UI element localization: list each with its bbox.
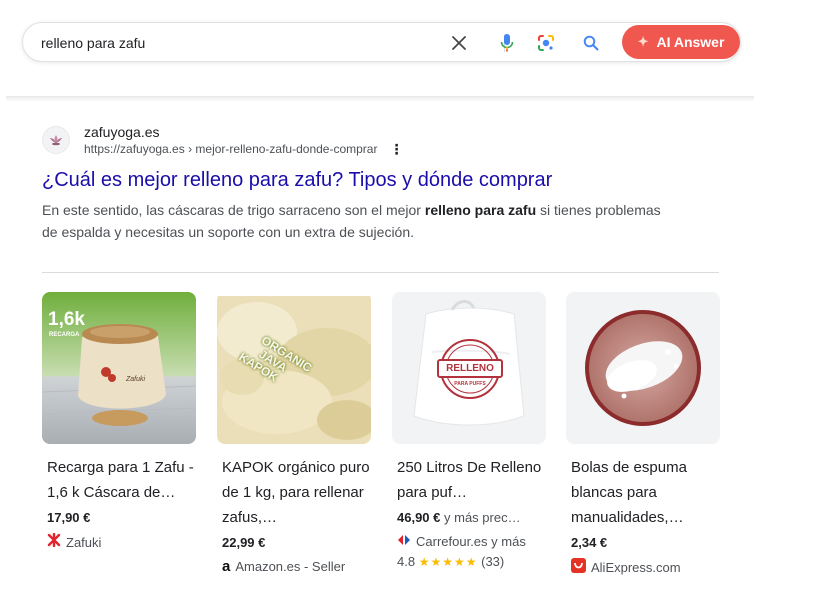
snippet-highlight: relleno para zafu	[424, 202, 537, 218]
store-name: AliExpress.com	[591, 560, 681, 575]
result-snippet: En este sentido, las cáscaras de trigo s…	[42, 199, 662, 243]
search-bar: ✦ AI Answer	[22, 22, 741, 62]
zafuki-logo-icon	[47, 532, 61, 552]
image-stamp-sub: PARA PUFFS	[454, 381, 486, 387]
product-price: 2,34 €	[566, 534, 720, 552]
product-card[interactable]: 1,6k RECARGA Zafuki Recarga para 1 Zafu …	[42, 292, 196, 552]
result-title-link[interactable]: ¿Cuál es mejor relleno para zafu? Tipos …	[42, 167, 552, 193]
product-price: 22,99 €	[217, 534, 371, 552]
store-name: Zafuki	[66, 534, 102, 550]
product-store: Zafuki	[42, 532, 196, 552]
product-title[interactable]: Recarga para 1 Zafu - 1,6 k Cáscara de…	[42, 455, 196, 505]
more-options-icon[interactable]: ⋮	[389, 142, 403, 156]
content-divider	[42, 272, 719, 273]
product-image	[566, 292, 720, 444]
amazon-logo-icon: a	[222, 558, 231, 575]
header-divider	[6, 96, 754, 102]
product-title[interactable]: 250 Litros De Relleno para puf…	[392, 455, 546, 505]
snippet-text-start: En este sentido, las cáscaras de trigo s…	[42, 202, 425, 218]
product-card[interactable]: ORGANIC JAVA KAPOK KAPOK orgánico puro d…	[217, 292, 371, 576]
store-name: Amazon.es - Seller	[235, 559, 346, 574]
store-name: Carrefour.es y más	[416, 534, 526, 549]
result-url: https://zafuyoga.es › mejor-relleno-zafu…	[84, 141, 378, 156]
price-value: 2,34 €	[571, 535, 608, 550]
price-value: 17,90 €	[47, 510, 91, 525]
ai-answer-label: AI Answer	[656, 34, 725, 50]
ai-answer-button[interactable]: ✦ AI Answer	[622, 25, 740, 59]
microphone-icon[interactable]	[496, 32, 518, 54]
carrefour-logo-icon	[397, 533, 411, 551]
product-price: 17,90 €	[42, 509, 196, 527]
clear-search-icon[interactable]	[448, 32, 470, 54]
product-card[interactable]: RELLENO PARA PUFFS 250 Litros De Relleno…	[392, 292, 546, 571]
image-badge-sub: RECARGA	[49, 332, 80, 338]
result-site-row[interactable]: zafuyoga.es https://zafuyoga.es › mejor-…	[42, 124, 403, 156]
product-title[interactable]: Bolas de espuma blancas para manualidade…	[566, 455, 720, 530]
price-value: 22,99 €	[222, 535, 266, 550]
zafuyoga-favicon-icon	[42, 126, 70, 154]
product-store: AliExpress.com	[566, 558, 720, 578]
product-title[interactable]: KAPOK orgánico puro de 1 kg, para rellen…	[217, 455, 371, 530]
product-image: 1,6k RECARGA Zafuki	[42, 292, 196, 444]
rating-value: 4.8	[397, 554, 416, 569]
result-site-name: zafuyoga.es	[84, 123, 160, 140]
price-value: 46,90 €	[397, 510, 441, 525]
aliexpress-logo-icon	[571, 558, 586, 578]
product-store: a Amazon.es - Seller	[217, 558, 371, 576]
sparkle-icon: ✦	[637, 34, 649, 49]
image-badge: 1,6k	[48, 309, 85, 330]
lens-camera-icon[interactable]	[535, 32, 557, 54]
product-image: RELLENO PARA PUFFS	[392, 292, 546, 444]
image-bag-label: Zafuki	[126, 376, 146, 383]
search-icon[interactable]	[580, 32, 602, 54]
product-image: ORGANIC JAVA KAPOK	[217, 292, 371, 444]
product-rating: 4.8 ★★★★★ (33)	[392, 553, 546, 571]
product-price: 46,90 € y más prec…	[392, 509, 546, 527]
star-rating-icon: ★★★★★	[418, 555, 478, 569]
product-store: Carrefour.es y más	[392, 533, 546, 551]
product-card[interactable]: Bolas de espuma blancas para manualidade…	[566, 292, 720, 578]
review-count: (33)	[481, 554, 505, 569]
price-extra: y más prec…	[444, 510, 521, 525]
search-input[interactable]	[41, 32, 441, 54]
image-stamp: RELLENO	[446, 363, 494, 374]
